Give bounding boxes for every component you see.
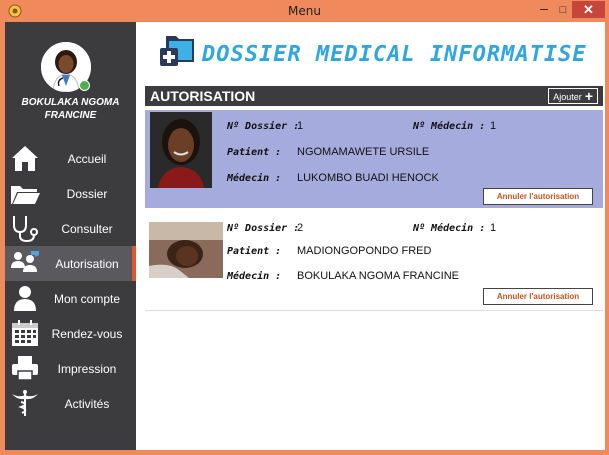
online-status-dot bbox=[79, 80, 90, 91]
sidebar-item-label: Activités bbox=[64, 397, 110, 411]
add-button[interactable]: Ajouter + bbox=[548, 88, 598, 104]
medecin-number-label: Nº Médecin : bbox=[413, 223, 486, 234]
client-area: BOKULAKA NGOMA FRANCINE Accueil Dossier bbox=[5, 22, 605, 450]
window-title: Menu bbox=[288, 4, 321, 18]
sidebar-item-impression[interactable]: Impression bbox=[5, 351, 136, 386]
title-bar[interactable]: Menu – □ ✕ bbox=[0, 0, 609, 22]
app-title: DOSSIER MEDICAL INFORMATISE bbox=[202, 42, 587, 67]
patient-photo bbox=[150, 112, 212, 188]
patient-label: Patient : bbox=[227, 246, 282, 257]
stethoscope-icon bbox=[13, 216, 38, 243]
sidebar-item-label: Impression bbox=[57, 362, 117, 376]
sidebar-item-label: Consulter bbox=[61, 222, 113, 236]
dossier-value: 1 bbox=[297, 120, 304, 132]
close-button[interactable]: ✕ bbox=[572, 1, 605, 18]
sidebar-item-mon-compte[interactable]: Mon compte bbox=[5, 281, 136, 316]
medecin-value: LUKOMBO BUADI HENOCK bbox=[297, 172, 439, 184]
section-title: AUTORISATION bbox=[150, 88, 256, 104]
dossier-label: Nº Dossier : bbox=[227, 223, 300, 234]
medecin-label: Médecin : bbox=[227, 173, 282, 184]
sidebar-item-dossier[interactable]: Dossier bbox=[5, 176, 136, 211]
patient-photo-icon bbox=[150, 112, 212, 188]
patient-value: MADIONGOPONDO FRED bbox=[297, 245, 432, 257]
cancel-authorization-button[interactable]: Annuler l'autorisation bbox=[483, 188, 593, 205]
authorization-card[interactable]: Nº Dossier : 1 Nº Médecin : 1 Patient : … bbox=[145, 110, 603, 208]
medecin-number-label: Nº Médecin : bbox=[413, 121, 486, 132]
patient-photo bbox=[149, 222, 223, 278]
sidebar-item-label: Dossier bbox=[66, 187, 108, 201]
sidebar-item-label: Mon compte bbox=[53, 292, 121, 306]
sidebar-item-label: Autorisation bbox=[55, 257, 119, 271]
medecin-number-value: 1 bbox=[490, 222, 497, 234]
medecin-value: BOKULAKA NGOMA FRANCINE bbox=[297, 270, 459, 282]
caduceus-icon bbox=[12, 390, 38, 416]
authorization-card[interactable]: Nº Dossier : 2 Nº Médecin : 1 Patient : … bbox=[145, 212, 603, 311]
users-icon bbox=[11, 251, 39, 272]
sidebar-item-consulter[interactable]: Consulter bbox=[5, 211, 136, 246]
home-icon bbox=[12, 146, 38, 171]
cancel-authorization-button[interactable]: Annuler l'autorisation bbox=[483, 288, 593, 305]
user-icon bbox=[14, 286, 36, 311]
calendar-icon bbox=[12, 320, 38, 346]
sidebar-item-autorisation[interactable]: Autorisation bbox=[5, 246, 136, 281]
patient-photo-icon bbox=[149, 222, 223, 278]
patient-label: Patient : bbox=[227, 147, 282, 158]
plus-icon: + bbox=[584, 88, 593, 104]
medecin-number-value: 1 bbox=[490, 120, 497, 132]
sidebar-item-label: Rendez-vous bbox=[51, 327, 123, 341]
sidebar-item-activites[interactable]: Activités bbox=[5, 386, 136, 421]
dossier-label: Nº Dossier : bbox=[227, 121, 300, 132]
app-window: Menu – □ ✕ BOKULAKA NGOMA FRANCINE Accue… bbox=[0, 0, 609, 455]
main-content: DOSSIER MEDICAL INFORMATISE AUTORISATION… bbox=[136, 22, 605, 450]
sidebar-item-label: Accueil bbox=[67, 152, 107, 166]
sidebar-item-accueil[interactable]: Accueil bbox=[5, 141, 136, 176]
sidebar-item-rendez-vous[interactable]: Rendez-vous bbox=[5, 316, 136, 351]
section-header: AUTORISATION Ajouter + bbox=[145, 86, 603, 106]
sidebar: BOKULAKA NGOMA FRANCINE Accueil Dossier bbox=[5, 22, 136, 450]
printer-icon bbox=[12, 356, 38, 381]
folder-icon bbox=[11, 186, 40, 204]
patient-value: NGOMAMAWETE URSILE bbox=[297, 146, 430, 158]
add-button-label: Ajouter bbox=[553, 92, 582, 102]
medical-folder-logo-icon bbox=[160, 36, 194, 66]
dossier-value: 2 bbox=[297, 222, 304, 234]
maximize-button[interactable]: □ bbox=[554, 0, 572, 20]
medecin-label: Médecin : bbox=[227, 271, 282, 282]
user-name: BOKULAKA NGOMA FRANCINE bbox=[21, 97, 120, 121]
